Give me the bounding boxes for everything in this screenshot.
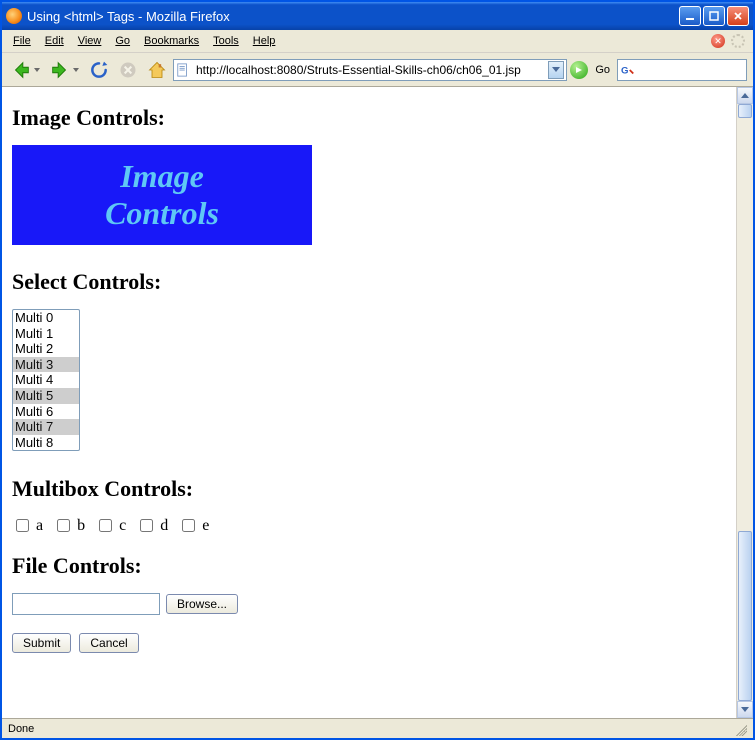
menu-go[interactable]: Go: [108, 33, 137, 49]
back-button[interactable]: [8, 57, 44, 83]
google-search-icon: G: [621, 63, 635, 77]
select-option[interactable]: Multi 7: [13, 419, 79, 435]
status-text: Done: [8, 723, 34, 735]
maximize-button[interactable]: [703, 6, 725, 26]
select-option[interactable]: Multi 1: [13, 326, 79, 342]
home-button[interactable]: [144, 57, 170, 83]
menu-view[interactable]: View: [71, 33, 109, 49]
select-option[interactable]: Multi 4: [13, 372, 79, 388]
close-button[interactable]: [727, 6, 749, 26]
scroll-track[interactable]: [737, 104, 753, 701]
multibox-item[interactable]: b: [53, 516, 85, 535]
multibox-checkbox[interactable]: [57, 519, 70, 532]
page-content: Image Controls: Image Controls Select Co…: [2, 87, 736, 718]
go-button[interactable]: [570, 61, 588, 79]
image-control-line2: Controls: [105, 195, 219, 231]
content-viewport: Image Controls: Image Controls Select Co…: [2, 87, 753, 718]
submit-button[interactable]: Submit: [12, 633, 71, 653]
select-option[interactable]: Multi 6: [13, 404, 79, 420]
heading-multibox-controls: Multibox Controls:: [12, 476, 726, 502]
select-option[interactable]: Multi 5: [13, 388, 79, 404]
url-dropdown[interactable]: [548, 61, 564, 79]
multibox-label: c: [119, 517, 126, 535]
image-control-line1: Image: [120, 158, 204, 194]
file-path-input[interactable]: [12, 593, 160, 615]
forward-button[interactable]: [47, 57, 83, 83]
back-arrow-icon: [10, 59, 32, 81]
resize-grip[interactable]: [733, 722, 747, 736]
url-input[interactable]: [194, 62, 548, 78]
svg-text:G: G: [621, 65, 628, 76]
image-control[interactable]: Image Controls: [12, 145, 312, 245]
file-browse-button[interactable]: Browse...: [166, 594, 238, 614]
menu-help[interactable]: Help: [246, 33, 283, 49]
select-option[interactable]: Multi 8: [13, 435, 79, 451]
stop-icon: [118, 60, 138, 80]
go-label: Go: [595, 64, 610, 76]
multibox-label: e: [202, 517, 209, 535]
multibox-item[interactable]: d: [136, 516, 168, 535]
window-title: Using <html> Tags - Mozilla Firefox: [27, 9, 679, 24]
multibox-item[interactable]: c: [95, 516, 126, 535]
activity-throbber-icon: [731, 34, 745, 48]
home-icon: [147, 60, 167, 80]
menu-file[interactable]: File: [6, 33, 38, 49]
select-option[interactable]: Multi 3: [13, 357, 79, 373]
reload-button[interactable]: [86, 57, 112, 83]
scroll-up-button[interactable]: [737, 87, 753, 104]
minimize-button[interactable]: [679, 6, 701, 26]
multibox-item[interactable]: e: [178, 516, 209, 535]
statusbar: Done: [2, 718, 753, 738]
select-option[interactable]: Multi 0: [13, 310, 79, 326]
multibox-row: a b c d e: [12, 516, 726, 535]
go-arrow-icon: [574, 65, 584, 75]
firefox-icon: [6, 8, 22, 24]
search-bar[interactable]: G: [617, 59, 747, 81]
stop-button: [115, 57, 141, 83]
menu-edit[interactable]: Edit: [38, 33, 71, 49]
multibox-label: a: [36, 517, 43, 535]
submit-row: Submit Cancel: [12, 633, 726, 653]
adblock-icon[interactable]: ✕: [711, 34, 725, 48]
heading-file-controls: File Controls:: [12, 553, 726, 579]
heading-image-controls: Image Controls:: [12, 105, 726, 131]
multibox-checkbox[interactable]: [182, 519, 195, 532]
multibox-checkbox[interactable]: [99, 519, 112, 532]
multibox-checkbox[interactable]: [16, 519, 29, 532]
heading-select-controls: Select Controls:: [12, 269, 726, 295]
multibox-checkbox[interactable]: [140, 519, 153, 532]
file-control-row: Browse...: [12, 593, 726, 615]
navigation-toolbar: Go G: [2, 53, 753, 87]
page-icon: [176, 63, 190, 77]
multibox-label: b: [77, 517, 85, 535]
menubar: File Edit View Go Bookmarks Tools Help ✕: [2, 30, 753, 53]
multibox-item[interactable]: a: [12, 516, 43, 535]
scroll-thumb[interactable]: [738, 531, 752, 701]
menu-bookmarks[interactable]: Bookmarks: [137, 33, 206, 49]
scroll-down-button[interactable]: [737, 701, 753, 718]
vertical-scrollbar[interactable]: [736, 87, 753, 718]
cancel-button[interactable]: Cancel: [79, 633, 138, 653]
multibox-label: d: [160, 517, 168, 535]
scroll-thumb-top[interactable]: [738, 104, 752, 118]
window-titlebar: Using <html> Tags - Mozilla Firefox: [2, 2, 753, 30]
multi-select[interactable]: Multi 0Multi 1Multi 2Multi 3Multi 4Multi…: [12, 309, 80, 451]
menu-tools[interactable]: Tools: [206, 33, 246, 49]
select-option[interactable]: Multi 2: [13, 341, 79, 357]
reload-icon: [89, 60, 109, 80]
forward-arrow-icon: [49, 59, 71, 81]
url-bar[interactable]: [173, 59, 567, 81]
